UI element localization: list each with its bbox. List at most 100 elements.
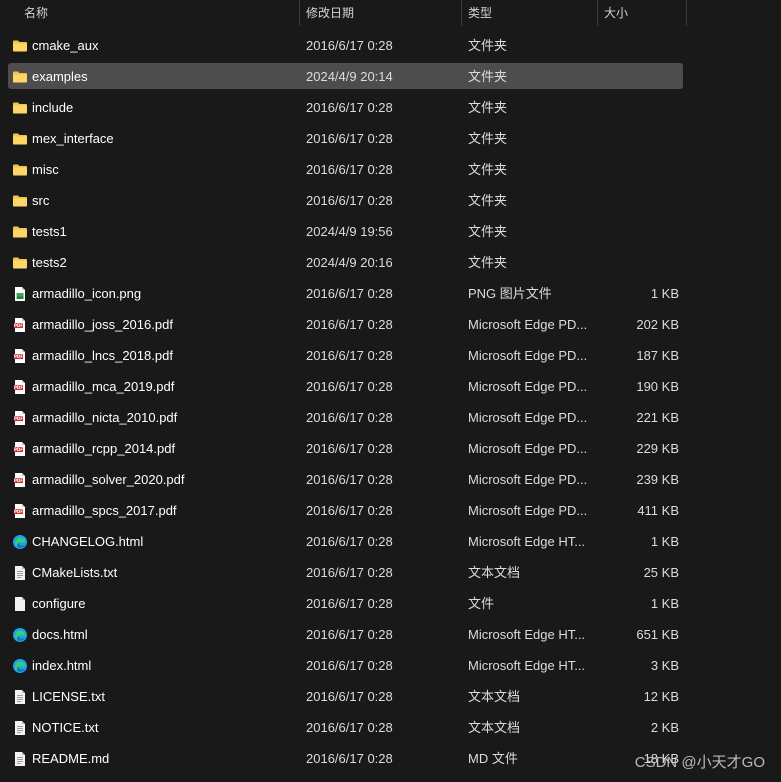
- file-row[interactable]: examples 2024/4/9 20:14 文件夹: [0, 61, 781, 92]
- file-row[interactable]: misc 2016/6/17 0:28 文件夹: [0, 154, 781, 185]
- file-type: 文件夹: [468, 255, 508, 270]
- image-file-icon: [12, 286, 28, 302]
- file-row[interactable]: PDF armadillo_joss_2016.pdf 2016/6/17 0:28…: [0, 309, 781, 340]
- file-modified-date: 2016/6/17 0:28: [306, 751, 393, 766]
- file-size: [598, 247, 679, 278]
- folder-icon: [12, 69, 28, 85]
- pdf-file-icon: PDF: [12, 348, 28, 364]
- column-header-name[interactable]: 名称: [18, 0, 298, 26]
- file-modified-date: 2016/6/17 0:28: [306, 627, 393, 642]
- file-name: src: [32, 193, 50, 208]
- file-modified-date: 2016/6/17 0:28: [306, 162, 393, 177]
- file-size: 229 KB: [636, 441, 679, 456]
- edge-html-icon: [12, 627, 28, 643]
- file-modified-date: 2016/6/17 0:28: [306, 503, 393, 518]
- file-modified-date: 2016/6/17 0:28: [306, 131, 393, 146]
- file-size: 202 KB: [636, 317, 679, 332]
- folder-icon: [12, 224, 28, 240]
- sort-up-icon: ^: [152, 0, 157, 5]
- file-row[interactable]: PDF armadillo_spcs_2017.pdf 2016/6/17 0:28…: [0, 495, 781, 526]
- file-type: Microsoft Edge PD...: [468, 317, 588, 332]
- file-name: include: [32, 100, 74, 115]
- file-row[interactable]: docs.html 2016/6/17 0:28 Microsoft Edge HT…: [0, 619, 781, 650]
- file-name: docs.html: [32, 627, 88, 642]
- file-size: [598, 61, 679, 92]
- file-row[interactable]: index.html 2016/6/17 0:28 Microsoft Edge H…: [0, 650, 781, 681]
- file-row[interactable]: CMakeLists.txt 2016/6/17 0:28 文本文档 25 KB: [0, 557, 781, 588]
- file-name: tests2: [32, 255, 67, 270]
- text-file-icon: [12, 720, 28, 736]
- file-name: tests1: [32, 224, 67, 239]
- column-header-type[interactable]: 类型: [462, 0, 596, 26]
- file-name: CMakeLists.txt: [32, 565, 118, 580]
- file-size: 3 KB: [650, 658, 679, 673]
- file-size: 187 KB: [636, 348, 679, 363]
- file-list: cmake_aux 2016/6/17 0:28 文件夹 examples 2024/4…: [0, 30, 781, 774]
- file-row[interactable]: include 2016/6/17 0:28 文件夹: [0, 92, 781, 123]
- file-size: 190 KB: [636, 379, 679, 394]
- file-name: configure: [32, 596, 86, 611]
- file-row[interactable]: tests1 2024/4/9 19:56 文件夹: [0, 216, 781, 247]
- file-row[interactable]: PDF armadillo_solver_2020.pdf 2016/6/17 0:…: [0, 464, 781, 495]
- file-size: [598, 185, 679, 216]
- file-size: 12 KB: [643, 689, 679, 704]
- file-row[interactable]: PDF armadillo_mca_2019.pdf 2016/6/17 0:28 M…: [0, 371, 781, 402]
- file-name: NOTICE.txt: [32, 720, 99, 735]
- file-row[interactable]: cmake_aux 2016/6/17 0:28 文件夹: [0, 30, 781, 61]
- svg-text:PDF: PDF: [14, 354, 23, 359]
- svg-text:PDF: PDF: [14, 416, 23, 421]
- file-size: 239 KB: [636, 472, 679, 487]
- file-row[interactable]: armadillo_icon.png 2016/6/17 0:28 PNG 图片文件…: [0, 278, 781, 309]
- file-row[interactable]: mex_interface 2016/6/17 0:28 文件夹: [0, 123, 781, 154]
- folder-icon: [12, 193, 28, 209]
- file-modified-date: 2016/6/17 0:28: [306, 565, 393, 580]
- file-type: 文件: [468, 596, 495, 611]
- svg-text:PDF: PDF: [14, 478, 23, 483]
- file-row[interactable]: tests2 2024/4/9 20:16 文件夹: [0, 247, 781, 278]
- file-type: Microsoft Edge HT...: [468, 658, 586, 673]
- file-size: 25 KB: [643, 565, 679, 580]
- file-name: cmake_aux: [32, 38, 99, 53]
- file-row[interactable]: PDF armadillo_nicta_2010.pdf 2016/6/17 0:2…: [0, 402, 781, 433]
- file-row[interactable]: CHANGELOG.html 2016/6/17 0:28 Microsoft Ed…: [0, 526, 781, 557]
- column-resize-handle[interactable]: [686, 0, 687, 26]
- folder-icon: [12, 255, 28, 271]
- file-size: [598, 30, 679, 61]
- pdf-file-icon: PDF: [12, 379, 28, 395]
- text-file-icon: [12, 565, 28, 581]
- pdf-file-icon: PDF: [12, 472, 28, 488]
- file-type: 文件夹: [468, 100, 508, 115]
- file-row[interactable]: LICENSE.txt 2016/6/17 0:28 文本文档 12 KB: [0, 681, 781, 712]
- file-modified-date: 2016/6/17 0:28: [306, 689, 393, 704]
- column-header-size[interactable]: 大小: [598, 0, 686, 26]
- file-type: 文本文档: [468, 689, 521, 704]
- file-row[interactable]: configure 2016/6/17 0:28 文件 1 KB: [0, 588, 781, 619]
- file-name: README.md: [32, 751, 110, 766]
- edge-html-icon: [12, 658, 28, 674]
- file-size: [598, 92, 679, 123]
- file-type: 文件夹: [468, 131, 508, 146]
- file-name: armadillo_lncs_2018.pdf: [32, 348, 173, 363]
- file-modified-date: 2016/6/17 0:28: [306, 410, 393, 425]
- file-row[interactable]: PDF armadillo_lncs_2018.pdf 2016/6/17 0:28…: [0, 340, 781, 371]
- file-type: Microsoft Edge PD...: [468, 410, 588, 425]
- file-type: Microsoft Edge PD...: [468, 503, 588, 518]
- pdf-file-icon: PDF: [12, 441, 28, 457]
- file-row[interactable]: NOTICE.txt 2016/6/17 0:28 文本文档 2 KB: [0, 712, 781, 743]
- file-size: 2 KB: [650, 720, 679, 735]
- column-header-date[interactable]: 修改日期: [300, 0, 460, 26]
- file-type: PNG 图片文件: [468, 286, 552, 301]
- file-modified-date: 2016/6/17 0:28: [306, 100, 393, 115]
- file-row[interactable]: src 2016/6/17 0:28 文件夹: [0, 185, 781, 216]
- text-file-icon: [12, 689, 28, 705]
- file-name: armadillo_icon.png: [32, 286, 142, 301]
- file-size: 1 KB: [650, 286, 679, 301]
- file-size: 651 KB: [636, 627, 679, 642]
- text-file-icon: [12, 751, 28, 767]
- file-modified-date: 2016/6/17 0:28: [306, 441, 393, 456]
- file-modified-date: 2016/6/17 0:28: [306, 317, 393, 332]
- file-modified-date: 2016/6/17 0:28: [306, 38, 393, 53]
- file-size: [598, 123, 679, 154]
- file-row[interactable]: PDF armadillo_rcpp_2014.pdf 2016/6/17 0:28…: [0, 433, 781, 464]
- svg-text:PDF: PDF: [14, 509, 23, 514]
